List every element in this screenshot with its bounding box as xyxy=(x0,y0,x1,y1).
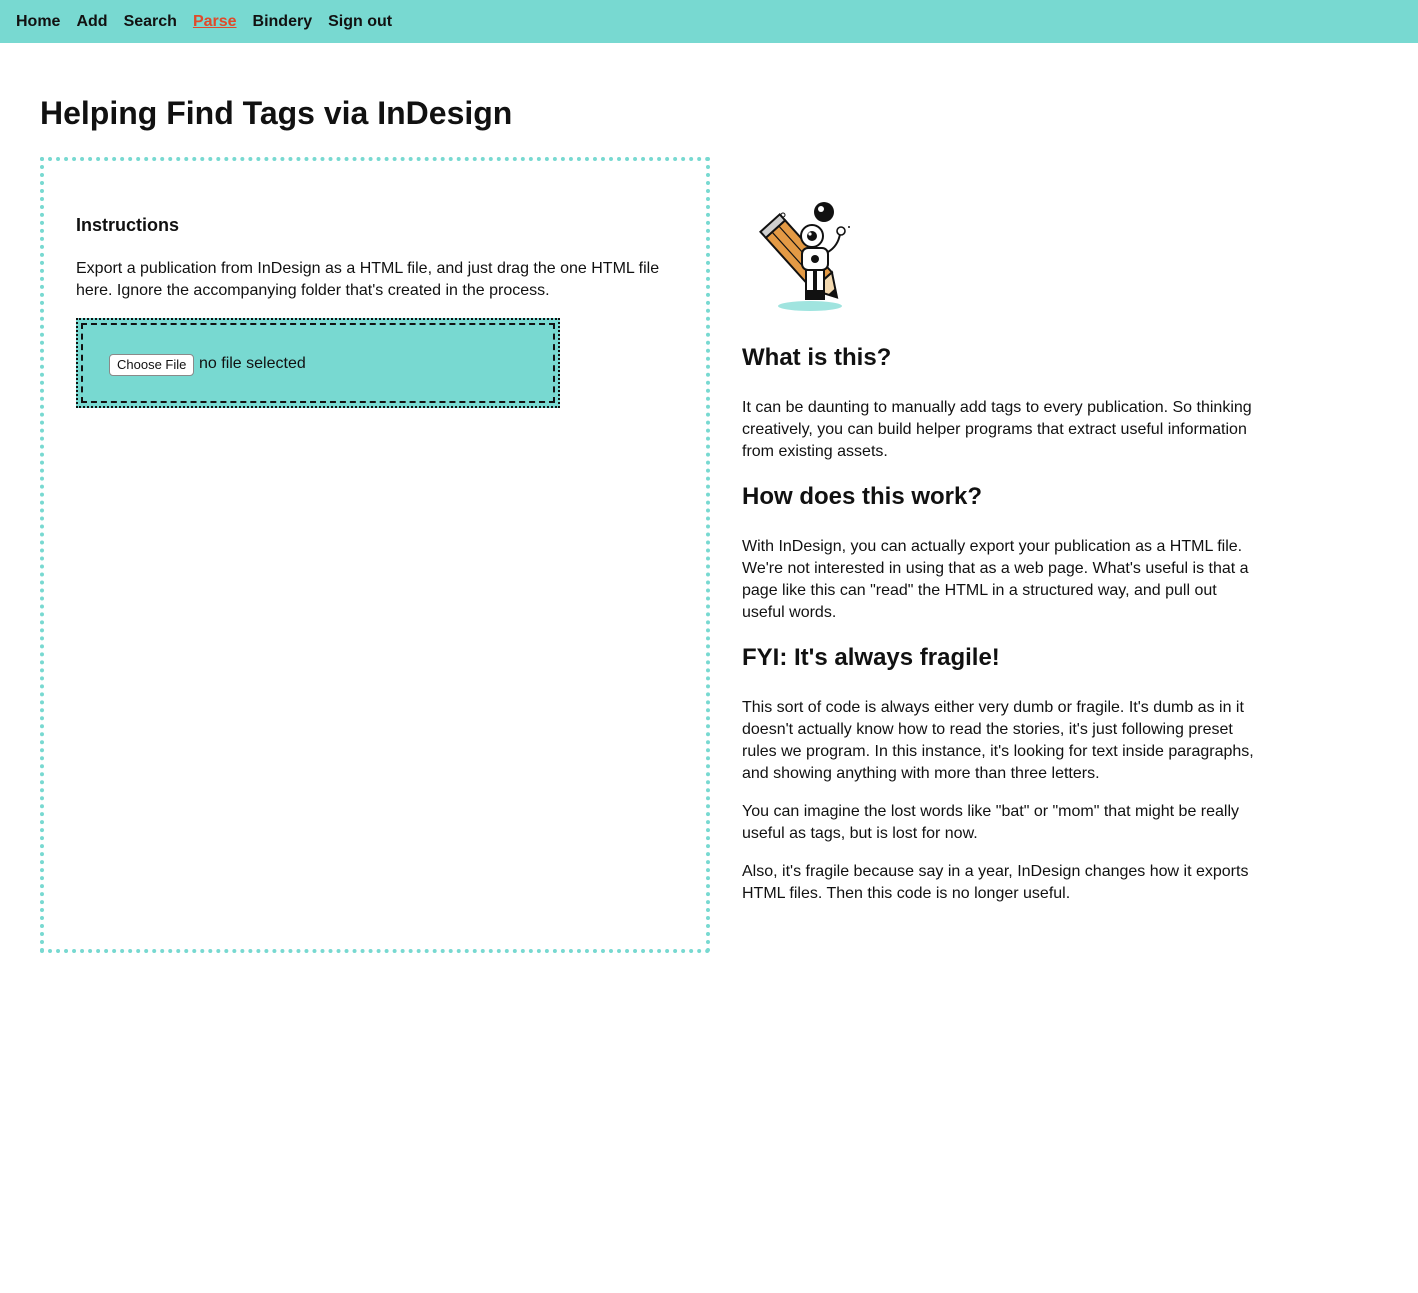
top-navigation: Home Add Search Parse Bindery Sign out xyxy=(0,0,1418,43)
fyi-text-1: This sort of code is always either very … xyxy=(742,699,1254,782)
pencil-robot-mascot-icon xyxy=(759,202,850,311)
nav-bindery-link[interactable]: Bindery xyxy=(253,13,313,30)
how-heading: How does this work? xyxy=(742,483,983,510)
instructions-heading: Instructions xyxy=(76,215,180,235)
file-dropzone-inner[interactable]: Choose File no file selected xyxy=(81,323,555,403)
fyi-heading: FYI: It's always fragile! xyxy=(742,644,1000,671)
page-title: Helping Find Tags via InDesign xyxy=(40,95,513,131)
nav-parse-link[interactable]: Parse xyxy=(193,13,237,30)
file-status-text: no file selected xyxy=(199,355,306,372)
nav-add-link[interactable]: Add xyxy=(76,13,107,30)
nav-home-link[interactable]: Home xyxy=(16,13,60,30)
how-text: With InDesign, you can actually export y… xyxy=(742,538,1249,621)
nav-search-link[interactable]: Search xyxy=(124,13,177,30)
choose-file-button[interactable]: Choose File xyxy=(109,354,195,376)
fyi-text-3: Also, it's fragile because say in a year… xyxy=(742,863,1249,902)
upload-panel: Instructions Export a publication from I… xyxy=(40,157,710,953)
what-heading: What is this? xyxy=(742,344,892,371)
nav-sign-out-link[interactable]: Sign out xyxy=(328,13,392,30)
fyi-text-2: You can imagine the lost words like "bat… xyxy=(742,803,1240,842)
what-text: It can be daunting to manually add tags … xyxy=(742,399,1252,460)
instructions-text: Export a publication from InDesign as a … xyxy=(76,260,660,299)
file-dropzone[interactable]: Choose File no file selected xyxy=(76,318,560,408)
